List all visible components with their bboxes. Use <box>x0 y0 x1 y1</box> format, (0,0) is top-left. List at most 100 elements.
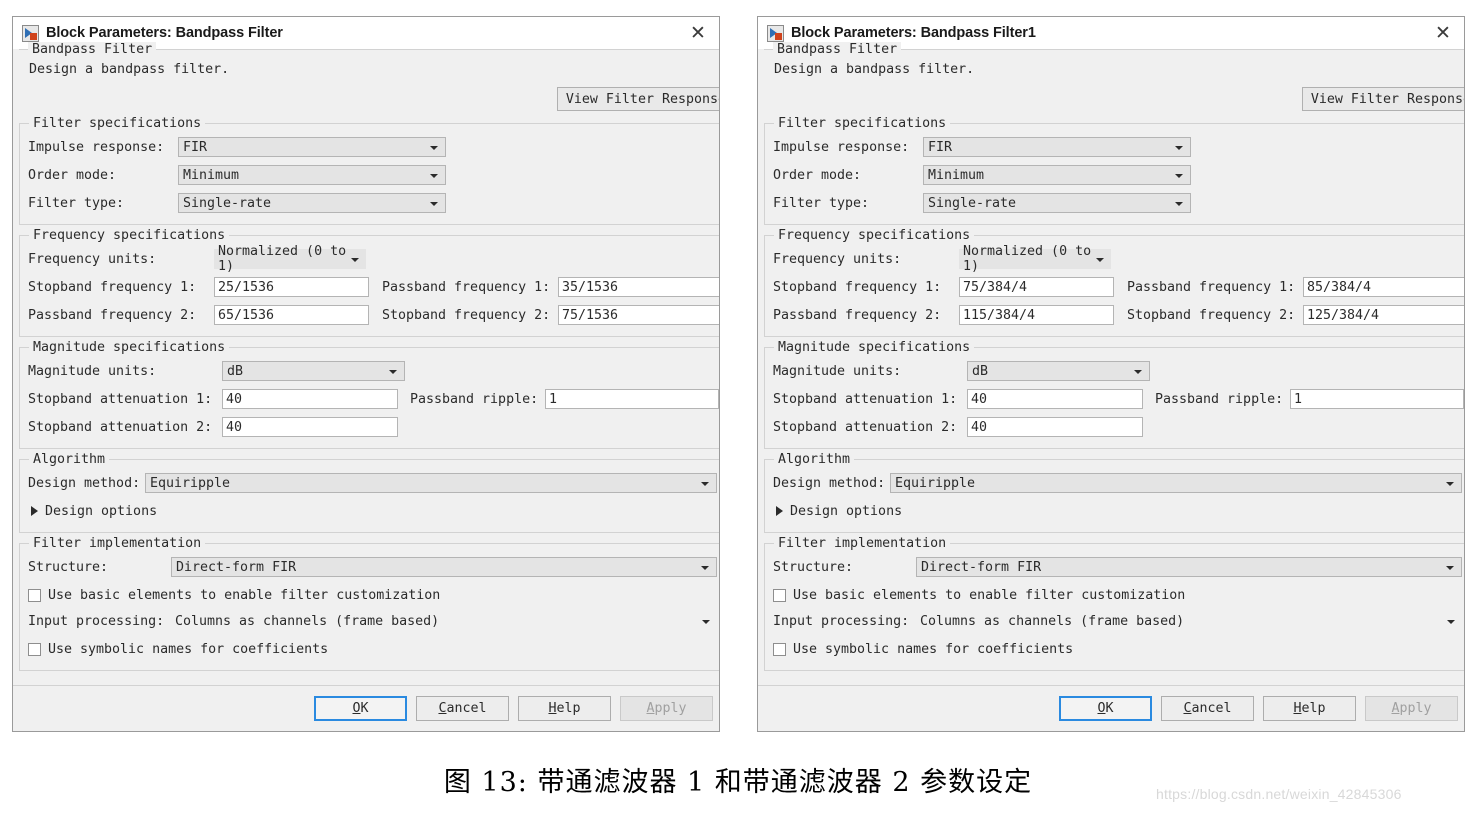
input-processing-select[interactable]: Columns as channels (frame based) <box>916 611 1462 631</box>
design-method-select[interactable]: Equiripple <box>890 473 1462 493</box>
ok-button[interactable]: OK <box>1059 696 1152 721</box>
impulse-response-select[interactable]: FIR <box>923 137 1191 157</box>
frequency-units-select[interactable]: Normalized (0 to 1) <box>214 244 366 274</box>
frequency-row-2: Passband frequency 2: 65/1536 Stopband f… <box>28 302 719 328</box>
filter-implementation-legend: Filter implementation <box>29 536 206 551</box>
filter-implementation-legend: Filter implementation <box>774 536 951 551</box>
stopband-attenuation-2-input[interactable]: 40 <box>222 417 398 437</box>
chevron-down-icon <box>430 146 438 150</box>
stopband-frequency-1-input[interactable]: 75/384/4 <box>959 277 1114 297</box>
use-symbolic-names-row[interactable]: Use symbolic names for coefficients <box>28 636 712 662</box>
block-parameters-dialog-bandpass-filter[interactable]: Block Parameters: Bandpass Filter ✕ Band… <box>12 16 720 732</box>
use-symbolic-names-checkbox[interactable] <box>773 642 786 656</box>
use-symbolic-names-checkbox[interactable] <box>28 642 41 656</box>
filter-type-value: Single-rate <box>183 195 272 211</box>
cancel-button[interactable]: Cancel <box>1161 696 1254 721</box>
passband-frequency-1-input[interactable]: 85/384/4 <box>1303 277 1464 297</box>
passband-frequency-2-input[interactable]: 65/1536 <box>214 305 369 325</box>
frequency-units-row: Frequency units: Normalized (0 to 1) <box>28 244 712 274</box>
design-options-label: Design options <box>790 503 903 519</box>
stopband-frequency-2-input[interactable]: 75/1536 <box>558 305 719 325</box>
passband-ripple-input[interactable]: 1 <box>545 389 719 409</box>
view-filter-response-button[interactable]: View Filter Response <box>556 87 719 111</box>
attenuation-row-1: Stopband attenuation 1: 40 Passband ripp… <box>773 386 1464 412</box>
stopband-attenuation-1-input[interactable]: 40 <box>967 389 1143 409</box>
header-section: Bandpass Filter Design a bandpass filter… <box>19 42 719 83</box>
dialog-body: Bandpass Filter Design a bandpass filter… <box>13 42 719 731</box>
order-mode-select[interactable]: Minimum <box>178 165 446 185</box>
help-button[interactable]: Help <box>518 696 611 721</box>
frequency-units-label: Frequency units: <box>28 251 157 267</box>
close-icon[interactable]: ✕ <box>1432 22 1454 44</box>
input-processing-row: Input processing: Columns as channels (f… <box>773 608 1462 634</box>
chevron-down-icon <box>1447 620 1455 624</box>
structure-value: Direct-form FIR <box>921 559 1042 575</box>
input-processing-value: Columns as channels (frame based) <box>175 613 440 629</box>
impulse-response-row: Impulse response: FIR <box>28 134 712 160</box>
stopband-attenuation-1-input[interactable]: 40 <box>222 389 398 409</box>
chevron-down-icon <box>1175 202 1183 206</box>
stopband-attenuation-2-label: Stopband attenuation 2: <box>773 419 958 435</box>
block-parameters-dialog-bandpass-filter1[interactable]: Block Parameters: Bandpass Filter1 ✕ Ban… <box>757 16 1465 732</box>
impulse-response-value: FIR <box>928 139 953 155</box>
design-method-select[interactable]: Equiripple <box>145 473 717 493</box>
structure-select[interactable]: Direct-form FIR <box>171 557 717 577</box>
magnitude-specifications-group: Magnitude specifications Magnitude units… <box>764 340 1464 449</box>
chevron-down-icon <box>702 620 710 624</box>
order-mode-label: Order mode: <box>28 167 117 183</box>
use-basic-elements-checkbox[interactable] <box>28 588 41 602</box>
view-filter-response-button[interactable]: View Filter Response <box>1301 87 1464 111</box>
magnitude-units-label: Magnitude units: <box>773 363 902 379</box>
chevron-down-icon <box>430 174 438 178</box>
use-basic-elements-row[interactable]: Use basic elements to enable filter cust… <box>773 582 1457 608</box>
magnitude-units-value: dB <box>227 363 244 379</box>
filter-type-label: Filter type: <box>773 195 870 211</box>
filter-type-row: Filter type: Single-rate <box>28 190 712 216</box>
use-basic-elements-row[interactable]: Use basic elements to enable filter cust… <box>28 582 712 608</box>
ok-button[interactable]: OK <box>314 696 407 721</box>
design-options-expander[interactable]: Design options <box>28 498 712 524</box>
frequency-units-value: Normalized (0 to 1) <box>218 244 347 274</box>
close-icon[interactable]: ✕ <box>687 22 709 44</box>
chevron-down-icon <box>430 202 438 206</box>
order-mode-select[interactable]: Minimum <box>923 165 1191 185</box>
help-button[interactable]: Help <box>1263 696 1356 721</box>
attenuation-row-2: Stopband attenuation 2: 40 <box>773 414 1457 440</box>
filter-type-select[interactable]: Single-rate <box>923 193 1191 213</box>
passband-frequency-2-label: Passband frequency 2: <box>773 307 942 323</box>
stopband-frequency-2-input[interactable]: 125/384/4 <box>1303 305 1464 325</box>
cancel-button[interactable]: Cancel <box>416 696 509 721</box>
apply-button: Apply <box>620 696 713 721</box>
algorithm-legend: Algorithm <box>774 452 855 467</box>
magnitude-units-select[interactable]: dB <box>967 361 1150 381</box>
filter-implementation-group: Filter implementation Structure: Direct-… <box>19 536 719 671</box>
frequency-row-2: Passband frequency 2: 115/384/4 Stopband… <box>773 302 1464 328</box>
input-processing-select[interactable]: Columns as channels (frame based) <box>171 611 717 631</box>
design-options-expander[interactable]: Design options <box>773 498 1457 524</box>
chevron-down-icon <box>701 566 709 570</box>
frequency-row-1: Stopband frequency 1: 25/1536 Passband f… <box>28 274 719 300</box>
order-mode-value: Minimum <box>183 167 240 183</box>
impulse-response-select[interactable]: FIR <box>178 137 446 157</box>
use-symbolic-names-label: Use symbolic names for coefficients <box>793 641 1074 657</box>
stopband-attenuation-1-label: Stopband attenuation 1: <box>773 391 958 407</box>
passband-frequency-1-input[interactable]: 35/1536 <box>558 277 719 297</box>
algorithm-group: Algorithm Design method: Equiripple Desi… <box>19 452 719 533</box>
passband-frequency-2-input[interactable]: 115/384/4 <box>959 305 1114 325</box>
structure-select[interactable]: Direct-form FIR <box>916 557 1462 577</box>
simulink-block-icon <box>767 24 784 42</box>
magnitude-units-select[interactable]: dB <box>222 361 405 381</box>
chevron-down-icon <box>1175 146 1183 150</box>
apply-button: Apply <box>1365 696 1458 721</box>
filter-type-select[interactable]: Single-rate <box>178 193 446 213</box>
stopband-attenuation-2-input[interactable]: 40 <box>967 417 1143 437</box>
frequency-specifications-group: Frequency specifications Frequency units… <box>19 228 719 337</box>
use-symbolic-names-row[interactable]: Use symbolic names for coefficients <box>773 636 1457 662</box>
impulse-response-label: Impulse response: <box>773 139 910 155</box>
attenuation-row-2: Stopband attenuation 2: 40 <box>28 414 712 440</box>
order-mode-value: Minimum <box>928 167 985 183</box>
frequency-units-select[interactable]: Normalized (0 to 1) <box>959 244 1111 274</box>
use-basic-elements-checkbox[interactable] <box>773 588 786 602</box>
passband-ripple-input[interactable]: 1 <box>1290 389 1464 409</box>
stopband-frequency-1-input[interactable]: 25/1536 <box>214 277 369 297</box>
